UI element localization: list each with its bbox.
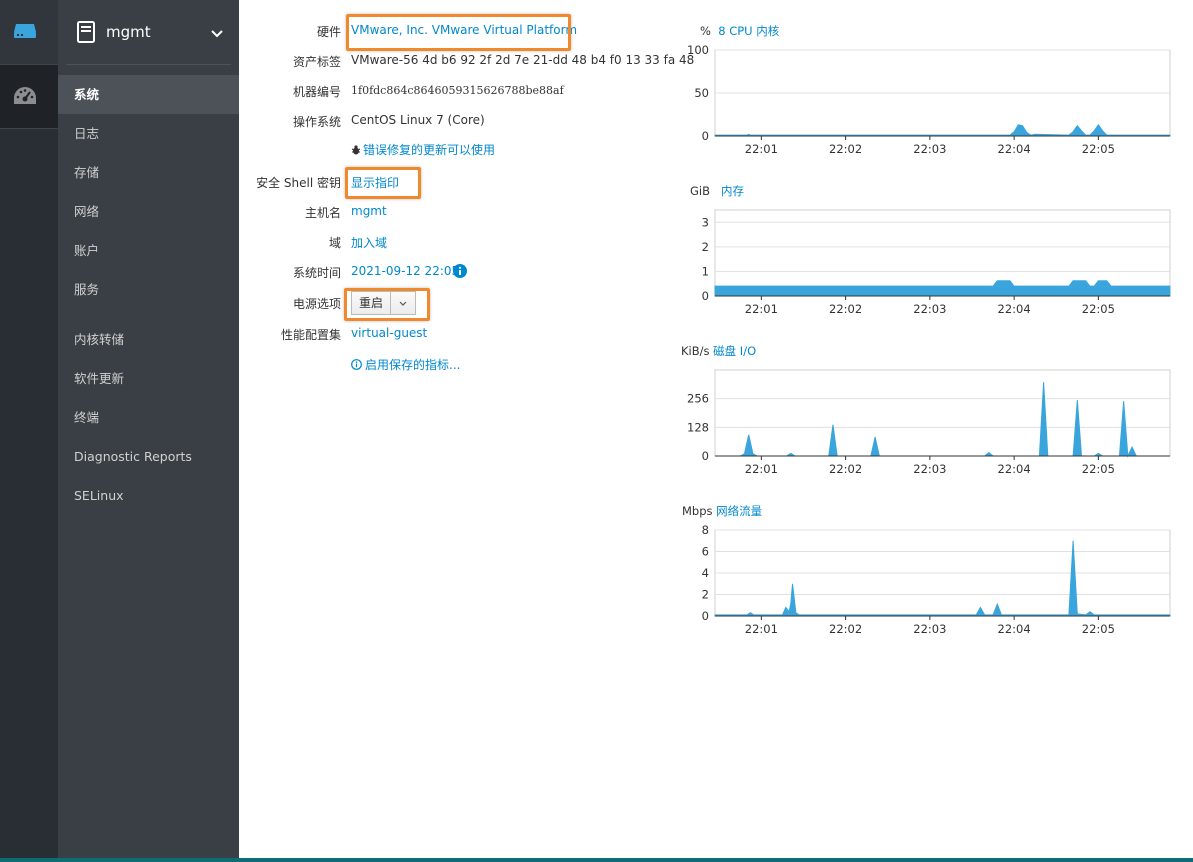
host-name: mgmt [106, 23, 151, 41]
rail-hosts-button[interactable] [0, 0, 58, 64]
cpu-unit: % [700, 24, 711, 38]
y-tick-label: 4 [702, 566, 709, 580]
enable-metrics-link[interactable]: 启用保存的指标... [351, 356, 460, 373]
machine-id-value: 1f0fdc864c8646059315626788be88af [351, 84, 564, 97]
nav-item[interactable]: 系统 [58, 75, 239, 114]
hostname-label: 主机名 [304, 206, 341, 220]
y-tick-label: 256 [687, 392, 709, 406]
bottom-bar [239, 858, 1193, 862]
divider [66, 64, 231, 65]
y-tick-label: 128 [687, 420, 709, 434]
nav-item[interactable]: SELinux [58, 476, 239, 515]
x-tick-label: 22:02 [829, 622, 862, 636]
x-tick-label: 22:05 [1082, 622, 1115, 636]
x-tick-label: 22:01 [745, 142, 778, 156]
nav-item[interactable]: 服务 [58, 270, 239, 309]
x-tick-label: 22:05 [1082, 142, 1115, 156]
nav-item[interactable]: 内核转储 [58, 320, 239, 359]
asset-tag-value: VMware-56 4d b6 92 2f 2d 7e 21-dd 48 b4 … [351, 53, 695, 67]
x-tick-label: 22:03 [913, 302, 946, 316]
info-icon[interactable] [453, 264, 467, 278]
highlight-box [344, 288, 430, 321]
x-tick-label: 22:01 [745, 302, 778, 316]
app-rail [0, 0, 59, 862]
server-icon [14, 24, 36, 38]
rail-dashboard-button[interactable] [0, 64, 58, 129]
plot-frame [714, 369, 1171, 457]
asset-tag-label: 资产标签 [292, 55, 341, 69]
x-tick-label: 22:03 [913, 142, 946, 156]
host-switcher[interactable]: mgmt [58, 0, 239, 65]
y-tick-label: 0 [702, 129, 709, 143]
os-label: 操作系统 [292, 115, 341, 129]
y-tick-label: 2 [702, 240, 709, 254]
y-tick-label: 1 [702, 264, 709, 278]
nav-item[interactable]: 软件更新 [58, 359, 239, 398]
x-tick-label: 22:05 [1082, 302, 1115, 316]
power-options-label: 电源选项 [292, 297, 341, 311]
system-time-label: 系统时间 [292, 266, 341, 280]
y-tick-label: 100 [687, 43, 709, 57]
enable-metrics-text: 启用保存的指标... [365, 358, 461, 372]
ssh-keys-label: 安全 Shell 密钥 [256, 176, 341, 190]
hostname-link[interactable]: mgmt [351, 204, 387, 218]
info-circle-icon [351, 359, 362, 370]
y-tick-label: 3 [702, 215, 709, 229]
updates-link[interactable]: 错误修复的更新可以使用 [351, 141, 495, 158]
bottom-bar [0, 858, 239, 862]
x-tick-label: 22:04 [998, 622, 1031, 636]
server-box-icon [77, 21, 95, 43]
join-domain-link[interactable]: 加入域 [351, 234, 387, 251]
highlight-box [346, 14, 571, 51]
cpu-chart-title[interactable]: 8 CPU 内核 [718, 24, 779, 38]
x-tick-label: 22:03 [913, 462, 946, 476]
nav-item[interactable]: 存储 [58, 153, 239, 192]
cpu-chart-label: % 8 CPU 内核 [700, 23, 779, 39]
charts-area: 0 50 100 22:01 22:02 22:03 22:04 22:05 0 1 2 3 22:01… [687, 43, 1171, 636]
y-tick-label: 0 [702, 449, 709, 463]
nav-item[interactable]: 日志 [58, 114, 239, 153]
sidebar: mgmt 系统 日志 存储 网络 账户 服务内核转储 软件更新 终端 Diagnostic Re… [58, 0, 239, 862]
x-tick-label: 22:01 [745, 622, 778, 636]
x-tick-label: 22:04 [998, 142, 1031, 156]
dashboard-icon [14, 87, 36, 104]
chevron-down-icon[interactable] [211, 30, 223, 38]
nav-item[interactable]: 终端 [58, 398, 239, 437]
bug-icon [351, 145, 361, 155]
x-tick-label: 22:03 [913, 622, 946, 636]
y-tick-label: 50 [694, 86, 709, 100]
x-tick-label: 22:02 [829, 462, 862, 476]
machine-id-label: 机器编号 [292, 85, 341, 99]
os-value: CentOS Linux 7 (Core) [351, 113, 485, 127]
performance-profile-label: 性能配置集 [280, 328, 341, 342]
y-tick-label: 0 [702, 609, 709, 623]
updates-link-text: 错误修复的更新可以使用 [363, 143, 496, 157]
system-time-link[interactable]: 2021-09-12 22:05 [351, 264, 459, 278]
y-tick-label: 2 [702, 588, 709, 602]
nav-item[interactable]: Diagnostic Reports [58, 437, 239, 476]
y-tick-label: 0 [702, 289, 709, 303]
hardware-label: 硬件 [316, 25, 341, 39]
domain-label: 域 [328, 236, 341, 250]
highlight-box [345, 167, 421, 199]
x-tick-label: 22:02 [829, 142, 862, 156]
x-tick-label: 22:04 [998, 302, 1031, 316]
x-tick-label: 22:05 [1082, 462, 1115, 476]
performance-profile-link[interactable]: virtual-guest [351, 326, 427, 340]
y-tick-label: 6 [702, 545, 709, 559]
x-tick-label: 22:01 [745, 462, 778, 476]
nav-item[interactable]: 网络 [58, 192, 239, 231]
y-tick-label: 8 [702, 523, 709, 537]
nav-item[interactable]: 账户 [58, 231, 239, 270]
x-tick-label: 22:02 [829, 302, 862, 316]
system-overview: 硬件 资产标签 机器编号 操作系统 安全 Shell 密钥 主机名 域 系统时间… [239, 0, 1193, 862]
x-tick-label: 22:04 [998, 462, 1031, 476]
